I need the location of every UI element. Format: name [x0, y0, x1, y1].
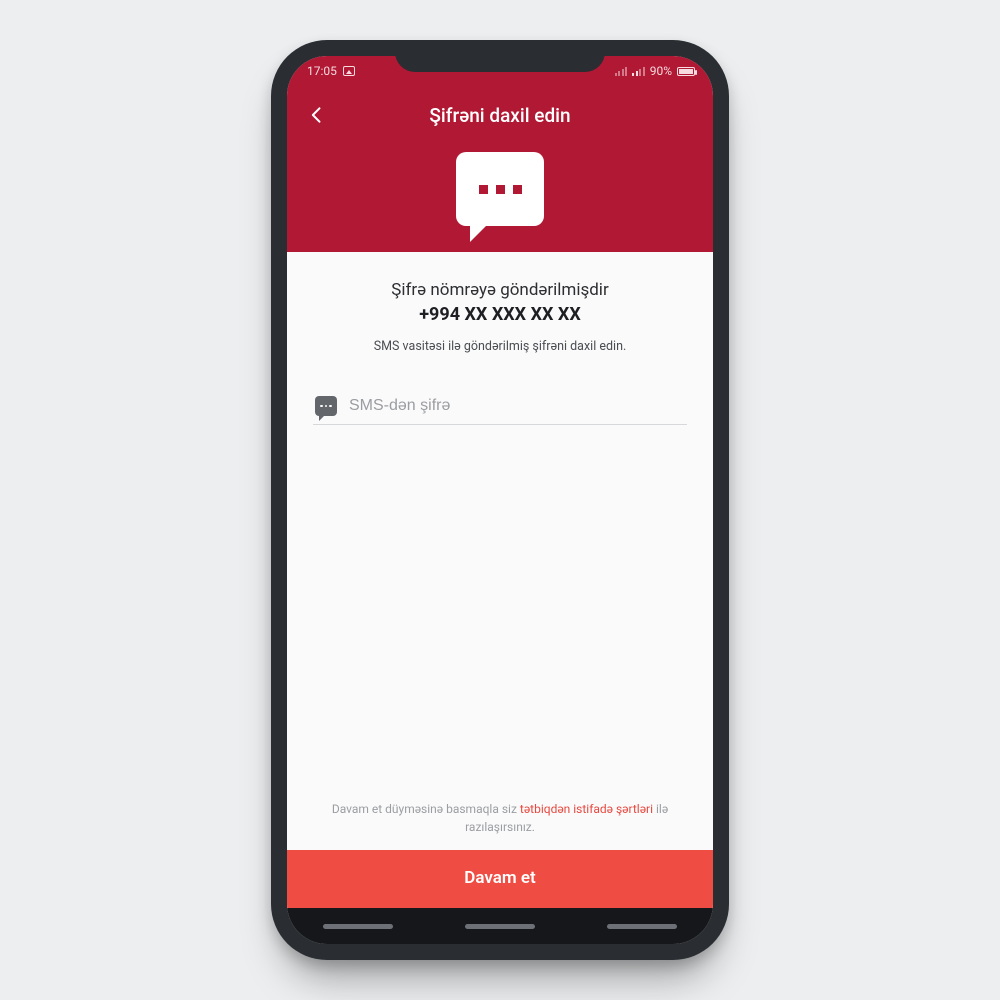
chevron-left-icon	[307, 105, 327, 125]
sms-code-input[interactable]	[349, 397, 685, 415]
sms-icon	[315, 396, 337, 416]
code-sent-label: Şifrə nömrəyə göndərilmişdir	[313, 280, 687, 300]
terms-link[interactable]: tətbiqdən istifadə şərtləri	[520, 802, 653, 816]
nav-home-button[interactable]	[465, 924, 535, 929]
device-notch	[395, 40, 605, 72]
phone-number: +994 XX XXX XX XX	[313, 304, 687, 325]
battery-percent: 90%	[650, 64, 672, 78]
nav-back-button[interactable]	[607, 924, 677, 929]
enter-code-hint: SMS vasitəsi ilə göndərilmiş şifrəni dax…	[313, 339, 687, 354]
status-left: 17:05	[307, 64, 355, 78]
phone-frame: 17:05 90% Şifrəni daxil edin	[271, 40, 729, 960]
android-nav-bar	[287, 908, 713, 944]
screen: 17:05 90% Şifrəni daxil edin	[287, 56, 713, 944]
message-bubble-icon	[456, 152, 544, 226]
app-header: Şifrəni daxil edin	[287, 86, 713, 252]
content-area: Şifrə nömrəyə göndərilmişdir +994 XX XXX…	[287, 252, 713, 850]
terms-prefix: Davam et düyməsinə basmaqla siz	[332, 802, 520, 816]
terms-text: Davam et düyməsinə basmaqla siz tətbiqdə…	[313, 800, 687, 850]
spacer	[313, 425, 687, 800]
back-button[interactable]	[303, 101, 331, 129]
continue-button[interactable]: Davam et	[287, 850, 713, 908]
screenshot-icon	[343, 66, 355, 76]
nav-recent-button[interactable]	[323, 924, 393, 929]
signal-icon-2	[632, 66, 645, 76]
hero-icon-wrap	[303, 152, 697, 226]
battery-icon	[677, 67, 695, 76]
code-input-row[interactable]	[313, 388, 687, 425]
signal-icon-1	[615, 66, 628, 76]
status-time: 17:05	[307, 64, 337, 78]
page-title: Şifrəni daxil edin	[287, 104, 713, 127]
status-right: 90%	[615, 64, 695, 78]
